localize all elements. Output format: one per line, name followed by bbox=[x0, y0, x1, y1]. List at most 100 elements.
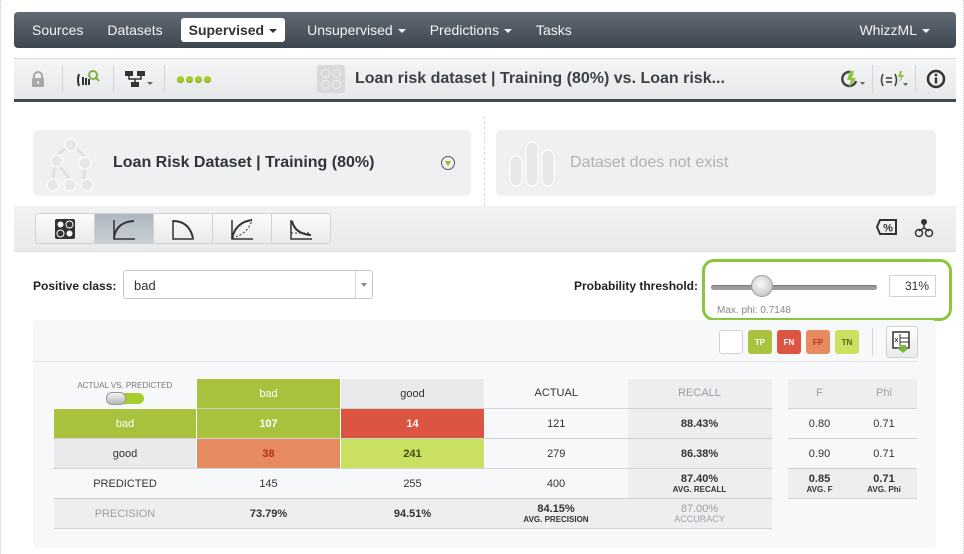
dataset-tree-icon bbox=[46, 138, 94, 192]
recall-header: RECALL bbox=[627, 378, 772, 409]
caret-down-icon bbox=[503, 29, 512, 34]
nav-supervised[interactable]: Supervised bbox=[180, 18, 286, 42]
reevaluate-lightning-icon[interactable] bbox=[832, 57, 872, 101]
confusion-matrix-view-button[interactable] bbox=[35, 213, 95, 244]
dataset-expand-icon[interactable] bbox=[441, 156, 455, 170]
actual-label-bad: bad bbox=[53, 408, 197, 439]
legend-separator bbox=[872, 328, 873, 356]
avg-f-cell: 0.85 AVG. F bbox=[787, 468, 852, 499]
status-dots-icon bbox=[165, 75, 223, 83]
export-excel-icon: x bbox=[892, 331, 910, 353]
positive-class-select[interactable]: bad bbox=[123, 270, 373, 299]
nav-sources[interactable]: Sources bbox=[20, 18, 95, 42]
nav-predictions[interactable]: Predictions bbox=[418, 18, 524, 42]
page-title: Loan risk dataset | Training (80%) vs. L… bbox=[355, 70, 725, 87]
panel-divider bbox=[33, 361, 918, 362]
false-negative-cell[interactable]: 14 bbox=[340, 408, 485, 439]
gap bbox=[772, 379, 788, 409]
positive-class-value: bad bbox=[134, 278, 156, 293]
f-good: 0.90 bbox=[787, 438, 852, 469]
gap bbox=[772, 469, 788, 499]
avg-phi-cell: 0.71 AVG. Phi bbox=[851, 468, 917, 499]
table-row: good 38 241 279 86.38% 0.90 0.71 bbox=[53, 438, 917, 469]
training-dataset-card[interactable]: Loan Risk Dataset | Training (80%) bbox=[33, 130, 471, 196]
nav-unsupervised[interactable]: Unsupervised bbox=[295, 18, 418, 42]
nav-label: Predictions bbox=[429, 22, 499, 38]
model-tree-icon[interactable] bbox=[114, 57, 164, 101]
nav-label: Unsupervised bbox=[307, 22, 393, 38]
threshold-control: 31% Max. phi: 0.7148 bbox=[702, 259, 952, 321]
actual-predicted-toggle[interactable] bbox=[105, 391, 144, 405]
actual-count-bad: 121 bbox=[484, 408, 628, 439]
evaluation-search-icon[interactable] bbox=[63, 57, 113, 101]
percent-tag-icon[interactable]: % bbox=[876, 218, 898, 236]
gap bbox=[772, 439, 788, 469]
max-phi-text: Max. phi: 0.7148 bbox=[717, 305, 791, 316]
avg-precision-cell: 84.15% AVG. PRECISION bbox=[484, 498, 628, 529]
lock-icon[interactable] bbox=[14, 57, 62, 101]
nav-tasks[interactable]: Tasks bbox=[524, 18, 584, 42]
resource-toolbar: Loan risk dataset | Training (80%) vs. L… bbox=[14, 58, 956, 102]
avg-phi-value: 0.71 bbox=[873, 473, 895, 485]
precision-recall-curve-icon bbox=[172, 219, 194, 240]
false-positive-cell[interactable]: 38 bbox=[196, 438, 341, 469]
export-excel-button[interactable]: x bbox=[886, 326, 918, 358]
select-arrow-icon bbox=[355, 271, 372, 298]
avg-precision-value: 84.15% bbox=[537, 503, 575, 515]
true-negative-cell[interactable]: 241 bbox=[340, 438, 485, 469]
actual-count-good: 279 bbox=[484, 438, 628, 469]
corner-cell: ACTUAL VS. PREDICTED bbox=[54, 379, 197, 409]
legend-toolbar: TP FN FP TN x bbox=[719, 326, 918, 358]
view-buttons bbox=[35, 213, 331, 244]
legend-tn[interactable]: TN bbox=[835, 330, 859, 354]
recall-bad: 88.43% bbox=[627, 408, 772, 439]
gain-curve-icon bbox=[231, 218, 253, 240]
svg-text:%: % bbox=[883, 223, 893, 235]
roc-curve-icon bbox=[113, 219, 135, 240]
positive-class-label: Positive class: bbox=[33, 279, 117, 293]
avg-recall-label: AVG. RECALL bbox=[672, 485, 727, 494]
formula-lightning-icon[interactable] bbox=[873, 57, 915, 101]
nav-label: Tasks bbox=[535, 22, 572, 38]
nav-datasets[interactable]: Datasets bbox=[95, 18, 174, 42]
predicted-count-good: 255 bbox=[340, 468, 485, 499]
all-quadrants-toggle[interactable] bbox=[719, 330, 743, 354]
empty-cell bbox=[788, 499, 852, 529]
legend-fp[interactable]: FP bbox=[806, 330, 830, 354]
gain-curve-view-button[interactable] bbox=[212, 213, 272, 244]
predicted-label: PREDICTED bbox=[53, 468, 197, 499]
missing-dataset-text: Dataset does not exist bbox=[570, 154, 729, 171]
threshold-slider-handle[interactable] bbox=[751, 271, 774, 301]
toolbar-title-area: Loan risk dataset | Training (80%) vs. L… bbox=[223, 65, 832, 93]
precision-recall-view-button[interactable] bbox=[153, 213, 213, 244]
actual-label-good: good bbox=[53, 438, 197, 469]
nav-label: Sources bbox=[32, 22, 84, 38]
threshold-label: Probability threshold: bbox=[574, 279, 699, 293]
lift-curve-view-button[interactable] bbox=[271, 213, 331, 244]
gap bbox=[772, 499, 788, 529]
nav-whizzml[interactable]: WhizzML bbox=[847, 18, 942, 42]
confusion-matrix-table: ACTUAL VS. PREDICTED bad good ACTUAL REC… bbox=[53, 378, 917, 529]
legend-tp[interactable]: TP bbox=[748, 330, 772, 354]
table-row: bad 107 14 121 88.43% 0.80 0.71 bbox=[53, 408, 917, 439]
legend-fn[interactable]: FN bbox=[777, 330, 801, 354]
info-icon[interactable] bbox=[916, 57, 956, 101]
threshold-input[interactable]: 31% bbox=[889, 275, 936, 297]
model-icon[interactable] bbox=[914, 218, 934, 238]
nav-label: Datasets bbox=[107, 22, 163, 38]
avg-f-value: 0.85 bbox=[808, 473, 831, 485]
threshold-slider-track[interactable] bbox=[711, 285, 877, 290]
true-positive-cell[interactable]: 107 bbox=[196, 408, 341, 439]
avg-f-label: AVG. F bbox=[806, 485, 833, 494]
nav-label: WhizzML bbox=[859, 22, 917, 38]
f-header: F bbox=[787, 378, 852, 409]
phi-good: 0.71 bbox=[851, 438, 917, 469]
evaluation-thumbnail-icon bbox=[317, 65, 345, 93]
caret-down-icon bbox=[397, 29, 406, 34]
precision-bad: 73.79% bbox=[196, 498, 341, 529]
predicted-row: PREDICTED 145 255 400 87.40% AVG. RECALL… bbox=[53, 468, 917, 499]
dataset-bars-icon bbox=[509, 141, 555, 187]
roc-curve-view-button[interactable] bbox=[94, 213, 154, 244]
caret-down-icon bbox=[922, 29, 930, 34]
phi-header: Phi bbox=[851, 378, 917, 409]
